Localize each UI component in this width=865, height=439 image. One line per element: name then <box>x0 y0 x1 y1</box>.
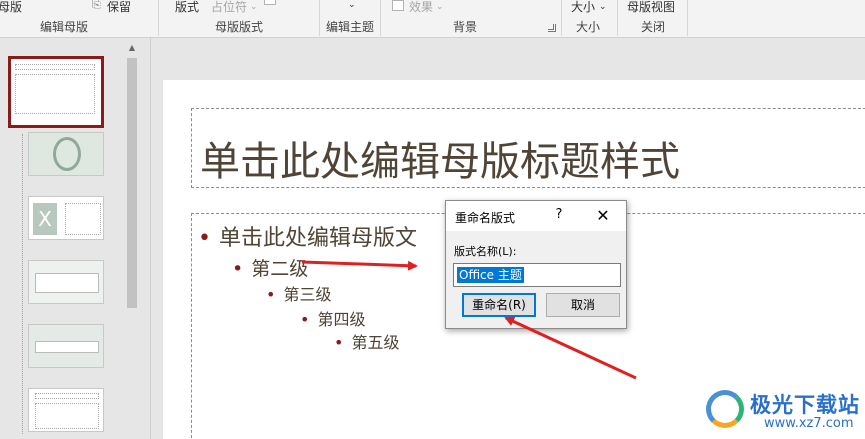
group-label-master-layout: 母版版式 <box>215 20 264 34</box>
group-separator <box>617 0 618 36</box>
watermark-name: 极光下载站 <box>750 393 860 417</box>
group-label-close: 关闭 <box>641 20 666 34</box>
dialog-title: 重命名版式 <box>455 211 516 225</box>
layout-thumbnail[interactable] <box>28 388 104 432</box>
wreath-graphic <box>53 137 81 171</box>
title-checkbox[interactable] <box>264 0 276 5</box>
master-button-label[interactable]: 母版 <box>0 0 22 14</box>
chevron-down-icon: ⌄ <box>599 2 607 12</box>
bullet-icon: • <box>266 285 276 304</box>
thumb-body-placeholder <box>15 74 95 114</box>
layout-thumbnail[interactable] <box>28 260 104 304</box>
layout-name-label: 版式名称(L): <box>454 245 517 258</box>
group-separator <box>380 0 381 36</box>
thumb-title-placeholder <box>15 64 95 70</box>
bullet-level-3-text: 第三级 <box>283 285 332 304</box>
group-separator <box>319 0 320 36</box>
layout-thumbnail[interactable]: X <box>28 196 104 240</box>
group-label-size: 大小 <box>576 20 601 34</box>
pane-divider[interactable] <box>150 38 151 439</box>
bullet-level-2-text: 第二级 <box>251 258 309 280</box>
bullet-level-1-text: 单击此处编辑母版文 <box>218 226 417 251</box>
dialog-titlebar[interactable]: 重命名版式 ? ✕ <box>446 201 626 231</box>
group-label-background: 背景 <box>453 20 478 34</box>
bullet-icon: • <box>334 333 344 352</box>
ribbon: 母版 ⎘ 保留 编辑母版 版式 占位符 ⌄ 母版版式 ⌄ 编辑主题 效果 ⌄ 背… <box>0 0 865 38</box>
bullet-level-3: • 第三级 <box>266 281 331 305</box>
chevron-down-icon: ⌄ <box>436 2 444 12</box>
chevron-down-icon: ⌄ <box>250 2 258 12</box>
group-separator <box>687 0 688 36</box>
slide-size-button-label[interactable]: 大小 <box>571 0 595 14</box>
thumb-title-placeholder <box>35 273 99 293</box>
placeholder-button-label[interactable]: 占位符 <box>211 0 247 14</box>
thumb-text-placeholder <box>65 203 101 235</box>
effects-button-label[interactable]: 效果 <box>409 0 433 14</box>
bullet-level-2: • 第二级 <box>232 254 308 281</box>
watermark-logo-icon <box>706 390 744 428</box>
title-placeholder[interactable]: 单击此处编辑母版标题样式 <box>191 108 865 188</box>
background-dialog-launcher-icon[interactable] <box>548 24 556 32</box>
thumb-title-placeholder <box>35 341 99 353</box>
watermark-url: www.xz7.com <box>764 416 854 431</box>
layout-thumbnail[interactable] <box>28 324 104 368</box>
scroll-up-arrow-icon[interactable]: ▲ <box>124 40 140 56</box>
layout-name-input[interactable]: Office 主题 <box>453 263 621 287</box>
title-text: 单击此处编辑母版标题样式 <box>200 139 680 185</box>
close-icon[interactable]: ✕ <box>592 205 614 227</box>
bullet-icon: • <box>232 258 244 280</box>
layout-button-label[interactable]: 版式 <box>175 0 199 14</box>
layout-name-value: Office 主题 <box>457 267 524 283</box>
thumbnail-scrollbar[interactable]: ▲ <box>124 40 140 439</box>
preserve-button-label[interactable]: 保留 <box>107 0 131 14</box>
themes-dropdown-icon[interactable]: ⌄ <box>348 0 356 12</box>
thumb-body-placeholder <box>35 403 99 429</box>
layout-thumbnail[interactable] <box>28 132 104 176</box>
rename-layout-dialog: 重命名版式 ? ✕ 版式名称(L): Office 主题 重命名(R) 取消 <box>445 200 627 329</box>
thumb-title-placeholder <box>35 393 99 399</box>
group-separator <box>158 0 159 36</box>
watermark: 极光下载站 www.xz7.com <box>706 386 861 436</box>
help-icon[interactable]: ? <box>552 207 566 222</box>
bullet-icon: • <box>300 310 310 329</box>
bullet-icon: • <box>198 226 211 251</box>
bullet-level-1: • 单击此处编辑母版文 <box>198 220 417 252</box>
group-separator <box>561 0 562 36</box>
scrollbar-thumb[interactable] <box>127 58 137 308</box>
bullet-level-4: • 第四级 <box>300 306 365 330</box>
bullet-level-5-text: 第五级 <box>351 333 400 352</box>
slide-master-thumbnail[interactable] <box>8 56 104 128</box>
effects-icon <box>392 0 404 11</box>
thumb-image-placeholder: X <box>33 203 57 235</box>
thumbnail-pane: X ▲ <box>0 38 143 439</box>
close-master-view-button-label[interactable]: 母版视图 <box>627 0 675 14</box>
bullet-level-5: • 第五级 <box>334 329 399 353</box>
rename-button[interactable]: 重命名(R) <box>462 293 536 317</box>
bullet-level-4-text: 第四级 <box>317 310 366 329</box>
group-label-edit-master: 编辑母版 <box>40 20 89 34</box>
preserve-icon: ⎘ <box>92 0 101 11</box>
cancel-button[interactable]: 取消 <box>546 293 620 317</box>
layout-connector-line <box>22 134 23 434</box>
group-label-edit-theme: 编辑主题 <box>326 20 375 34</box>
